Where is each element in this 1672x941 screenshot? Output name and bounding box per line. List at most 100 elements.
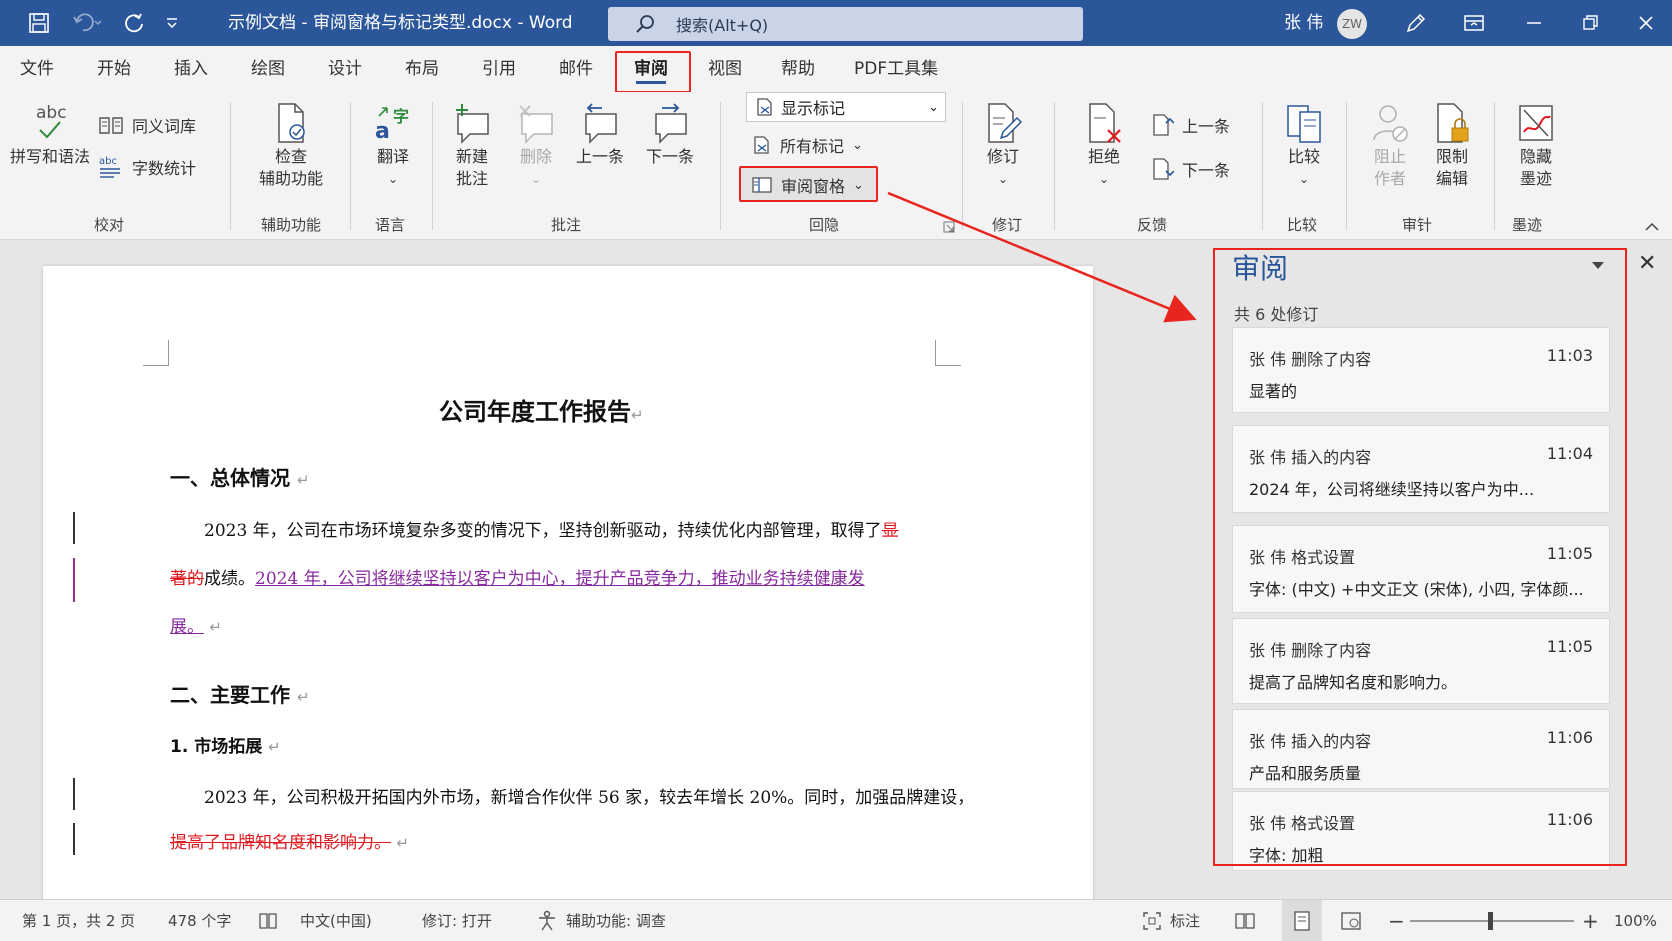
read-mode-icon[interactable] xyxy=(1234,900,1256,941)
avatar[interactable]: ZW xyxy=(1337,9,1367,39)
compare-button[interactable]: 比较 ⌄ xyxy=(1276,102,1332,190)
print-layout-icon[interactable] xyxy=(1282,900,1322,941)
accessibility-icon xyxy=(539,910,555,931)
translate-button[interactable]: a字 翻译 ⌄ xyxy=(364,102,422,190)
doc-heading-2[interactable]: 二、主要工作 ↵ xyxy=(170,679,310,708)
new-comment-button[interactable]: 新建 批注 xyxy=(446,102,498,190)
web-layout-icon[interactable] xyxy=(1340,900,1362,941)
page-indicator[interactable]: 第 1 页，共 2 页 xyxy=(22,900,135,941)
customize-quick-access-icon[interactable] xyxy=(160,0,184,46)
redo-icon[interactable] xyxy=(118,0,150,46)
tab-pdf-tools[interactable]: PDF工具集 xyxy=(854,46,938,92)
all-markup-dropdown[interactable]: 所有标记 ⌄ xyxy=(752,132,863,158)
zoom-out-button[interactable]: − xyxy=(1388,900,1405,941)
spelling-grammar-button[interactable]: abc 拼写和语法 xyxy=(10,100,90,168)
restore-icon[interactable] xyxy=(1572,0,1608,46)
save-icon[interactable] xyxy=(22,0,56,46)
tab-view[interactable]: 视图 xyxy=(708,46,742,92)
tab-references[interactable]: 引用 xyxy=(482,46,516,92)
restrict-editing-button[interactable]: 限制 编辑 xyxy=(1424,102,1480,190)
track-changes-status[interactable]: 修订: 打开 xyxy=(422,900,492,941)
track-changes-button[interactable]: 修订 ⌄ xyxy=(974,102,1032,190)
block-authors-button[interactable]: 阻止 作者 xyxy=(1362,102,1418,190)
zoom-slider[interactable] xyxy=(1410,912,1574,930)
zoom-in-button[interactable]: + xyxy=(1582,900,1599,941)
language-status[interactable]: 中文(中国) xyxy=(258,900,372,941)
tab-design[interactable]: 设计 xyxy=(328,46,362,92)
doc-paragraph-2-line-2[interactable]: 提高了品牌知名度和影响力。 ↵ xyxy=(170,828,409,853)
reviewing-pane-highlight xyxy=(1213,248,1627,866)
tab-insert[interactable]: 插入 xyxy=(174,46,208,92)
doc-paragraph-1-line-1[interactable]: 2023 年，公司在市场环境复杂多变的情况下，坚持创新驱动，持续优化内部管理，取… xyxy=(204,516,899,541)
zoom-level[interactable]: 100% xyxy=(1614,900,1657,941)
next-change-button[interactable]: 下一条 xyxy=(1150,156,1230,182)
chevron-down-icon: ⌄ xyxy=(997,172,1009,186)
inserted-text: 展。 xyxy=(170,617,204,637)
svg-text:abc: abc xyxy=(36,103,67,123)
thesaurus-button[interactable]: 同义词库 xyxy=(98,112,196,138)
search-input[interactable]: 搜索(Alt+Q) xyxy=(608,7,1083,41)
change-bar xyxy=(73,823,75,855)
spelling-check-icon: abc xyxy=(36,103,67,139)
undo-icon[interactable] xyxy=(66,0,110,46)
previous-comment-icon xyxy=(585,103,617,144)
doc-heading-1[interactable]: 一、总体情况 ↵ xyxy=(170,462,310,491)
doc-title[interactable]: 公司年度工作报告↵ xyxy=(439,392,644,427)
tab-draw[interactable]: 绘图 xyxy=(251,46,285,92)
document-page[interactable]: 公司年度工作报告↵ 一、总体情况 ↵ 2023 年，公司在市场环境复杂多变的情况… xyxy=(43,266,1093,899)
collapse-ribbon-icon[interactable] xyxy=(1644,218,1660,237)
tab-home[interactable]: 开始 xyxy=(97,46,131,92)
pen-icon[interactable] xyxy=(1398,0,1434,46)
search-placeholder: 搜索(Alt+Q) xyxy=(676,16,769,35)
next-comment-button[interactable]: 下一条 xyxy=(640,102,700,168)
user-name[interactable]: 张 伟 xyxy=(1284,0,1323,46)
focus-icon xyxy=(1143,912,1161,930)
separator xyxy=(230,102,231,230)
pane-close-icon[interactable]: ✕ xyxy=(1638,251,1656,276)
tab-help[interactable]: 帮助 xyxy=(781,46,815,92)
translate-icon: a字 xyxy=(375,107,409,144)
minimize-icon[interactable] xyxy=(1516,0,1552,46)
separator xyxy=(1262,102,1263,230)
previous-change-button[interactable]: 上一条 xyxy=(1150,112,1230,138)
hide-ink-button[interactable]: 隐藏 墨迹 xyxy=(1504,102,1568,190)
change-bar xyxy=(73,558,75,602)
close-icon[interactable] xyxy=(1628,0,1664,46)
lock-icon xyxy=(1437,103,1469,143)
word-count-button[interactable]: abc 字数统计 xyxy=(98,154,196,180)
previous-comment-button[interactable]: 上一条 xyxy=(570,102,630,168)
svg-text:字: 字 xyxy=(393,107,409,126)
previous-change-icon xyxy=(1153,114,1174,136)
chevron-down-icon: ⌄ xyxy=(1298,172,1310,186)
check-accessibility-button[interactable]: 检查 辅助功能 xyxy=(248,102,334,190)
deleted-text: 显 xyxy=(881,521,899,541)
tab-file[interactable]: 文件 xyxy=(20,46,54,92)
proofing-book-icon xyxy=(259,913,277,929)
focus-button[interactable]: 标注 xyxy=(1142,900,1200,941)
reviewing-pane-button[interactable]: 审阅窗格 ⌄ xyxy=(739,166,878,202)
doc-heading-3[interactable]: 1. 市场拓展 ↵ xyxy=(170,732,281,757)
reject-button[interactable]: 拒绝 ⌄ xyxy=(1076,102,1132,190)
dialog-launcher-icon[interactable] xyxy=(943,218,955,237)
group-label-track: 修订 xyxy=(992,216,1023,234)
doc-paragraph-2-line-1[interactable]: 2023 年，公司积极开拓国内外市场，新增合作伙伴 56 家，较去年增长 20%… xyxy=(204,783,974,808)
title-bar: 示例文档 - 审阅窗格与标记类型.docx - Word 搜索(Alt+Q) 张… xyxy=(0,0,1672,46)
tab-layout[interactable]: 布局 xyxy=(405,46,439,92)
display-markup-select[interactable]: 显示标记 ⌄ xyxy=(746,92,946,122)
tab-mailings[interactable]: 邮件 xyxy=(559,46,593,92)
doc-paragraph-1-line-2[interactable]: 著的成绩。2024 年，公司将继续坚持以客户为中心，提升产品竞争力，推动业务持续… xyxy=(170,564,865,589)
delete-comment-button[interactable]: 删除 ⌄ xyxy=(510,102,562,190)
ribbon-display-icon[interactable] xyxy=(1456,0,1492,46)
search-icon xyxy=(636,15,654,33)
chevron-down-icon: ⌄ xyxy=(387,172,399,186)
doc-paragraph-1-line-3[interactable]: 展。 ↵ xyxy=(170,612,222,637)
group-label-compare: 比较 xyxy=(1287,216,1318,234)
zoom-slider-thumb[interactable] xyxy=(1488,912,1493,930)
group-label-protect: 审针 xyxy=(1402,216,1433,234)
group-label-changes: 反馈 xyxy=(1137,216,1168,234)
menu-bar: 文件 开始 插入 绘图 设计 布局 引用 邮件 审阅 视图 帮助 PDF工具集 … xyxy=(0,46,1672,131)
word-count-status[interactable]: 478 个字 xyxy=(168,900,231,941)
accessibility-status[interactable]: 辅助功能: 调查 xyxy=(536,900,666,941)
svg-text:a: a xyxy=(375,119,390,144)
accessibility-check-icon xyxy=(278,103,305,143)
